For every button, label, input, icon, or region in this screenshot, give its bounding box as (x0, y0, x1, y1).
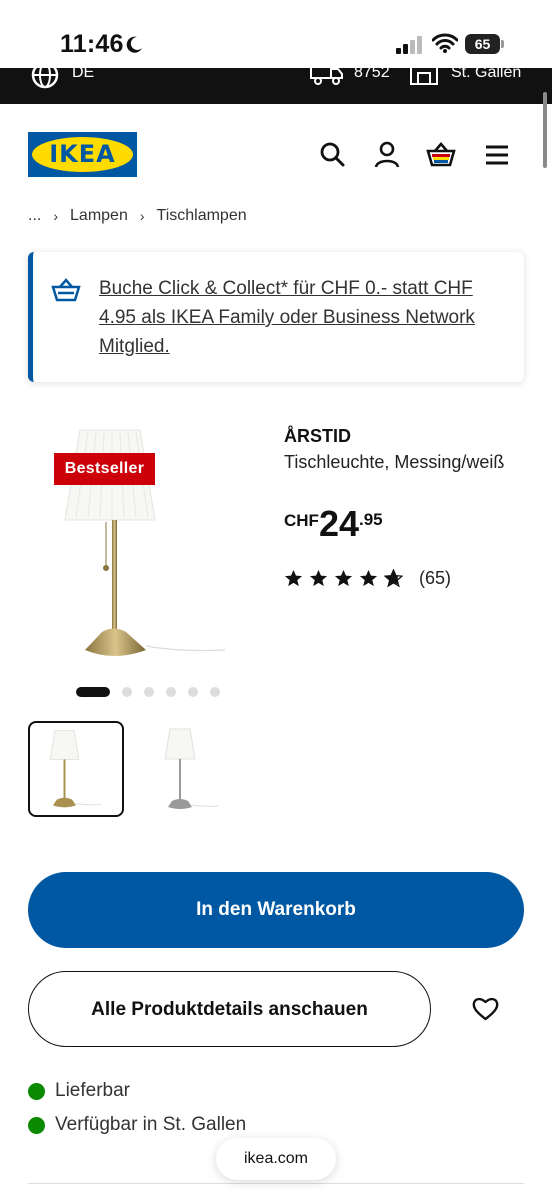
click-collect-link[interactable]: Buche Click & Collect* für CHF 0.- statt… (99, 274, 509, 361)
page-scrollbar[interactable] (543, 92, 547, 168)
star-icon (284, 569, 303, 587)
pager-dot[interactable] (144, 687, 154, 697)
user-icon[interactable] (372, 140, 402, 170)
breadcrumb: ... › Lampen › Tischlampen (28, 207, 247, 225)
price-integer: 24 (318, 503, 359, 544)
ikea-logo[interactable]: IKEA (28, 132, 137, 177)
shopping-basket-icon[interactable] (426, 140, 456, 170)
availability-store-label: Verfügbar in St. Gallen (55, 1114, 247, 1135)
click-collect-banner: Buche Click & Collect* für CHF 0.- statt… (28, 252, 524, 382)
rating-count: (65) (419, 568, 452, 588)
star-icon (359, 569, 378, 587)
breadcrumb-item-lampen[interactable]: Lampen (70, 207, 128, 225)
pager-dot[interactable] (188, 687, 198, 697)
product-name: ÅRSTID (284, 426, 351, 446)
availability-delivery-label: Lieferbar (55, 1080, 130, 1101)
chevron-right-icon: › (139, 208, 145, 224)
wifi-icon (432, 33, 458, 53)
store-icon[interactable] (410, 64, 438, 86)
search-icon[interactable] (318, 140, 348, 170)
add-to-cart-button[interactable]: In den Warenkorb (28, 872, 524, 948)
battery-level: 65 (465, 34, 500, 54)
globe-icon[interactable] (30, 60, 60, 90)
availability-delivery: Lieferbar (28, 1080, 130, 1102)
divider (28, 1183, 524, 1184)
menu-icon[interactable] (482, 140, 512, 170)
pager-dot[interactable] (210, 687, 220, 697)
top-info-strip: DE 8752 St. Gallen (0, 61, 552, 104)
price-decimal: .95 (359, 510, 383, 529)
status-dot-icon (28, 1082, 45, 1100)
image-pager (76, 687, 220, 697)
status-bar: 11:46 65 (0, 0, 552, 68)
language-label[interactable]: DE (72, 64, 94, 82)
heart-icon[interactable] (472, 996, 499, 1022)
all-product-details-button[interactable]: Alle Produktdetails anschauen (28, 971, 431, 1047)
breadcrumb-item-tischlampen[interactable]: Tischlampen (157, 207, 247, 225)
product-description: Tischleuchte, Messing/weiß (284, 452, 505, 472)
battery-icon: 65 (465, 34, 505, 54)
star-half-icon (384, 569, 403, 588)
star-icon (309, 569, 328, 587)
logo-text: IKEA (49, 140, 116, 168)
browser-url-pill[interactable]: ikea.com (216, 1138, 336, 1180)
availability-store[interactable]: Verfügbar in St. Gallen (28, 1114, 246, 1136)
status-dot-icon (28, 1116, 45, 1134)
selected-store[interactable]: St. Gallen (451, 64, 521, 82)
signal-icon (396, 36, 422, 54)
delivery-truck-icon[interactable] (310, 64, 344, 86)
basket-icon (51, 278, 81, 302)
thumbnail-nickel-lamp[interactable] (134, 721, 230, 817)
delivery-zip[interactable]: 8752 (354, 64, 390, 82)
pager-dot[interactable] (122, 687, 132, 697)
product-price: CHF 24 .95 (284, 506, 383, 542)
thumbnail-brass-lamp[interactable] (28, 721, 124, 817)
product-rating[interactable]: (65) (284, 568, 451, 589)
status-time: 11:46 (60, 30, 124, 58)
pager-dot-active[interactable] (76, 687, 110, 697)
chevron-right-icon: › (53, 208, 59, 224)
breadcrumb-ellipsis[interactable]: ... (28, 207, 41, 225)
star-icon (334, 569, 353, 587)
bestseller-badge: Bestseller (54, 453, 155, 485)
moon-icon (126, 36, 142, 53)
price-currency: CHF (284, 511, 319, 530)
pager-dot[interactable] (166, 687, 176, 697)
